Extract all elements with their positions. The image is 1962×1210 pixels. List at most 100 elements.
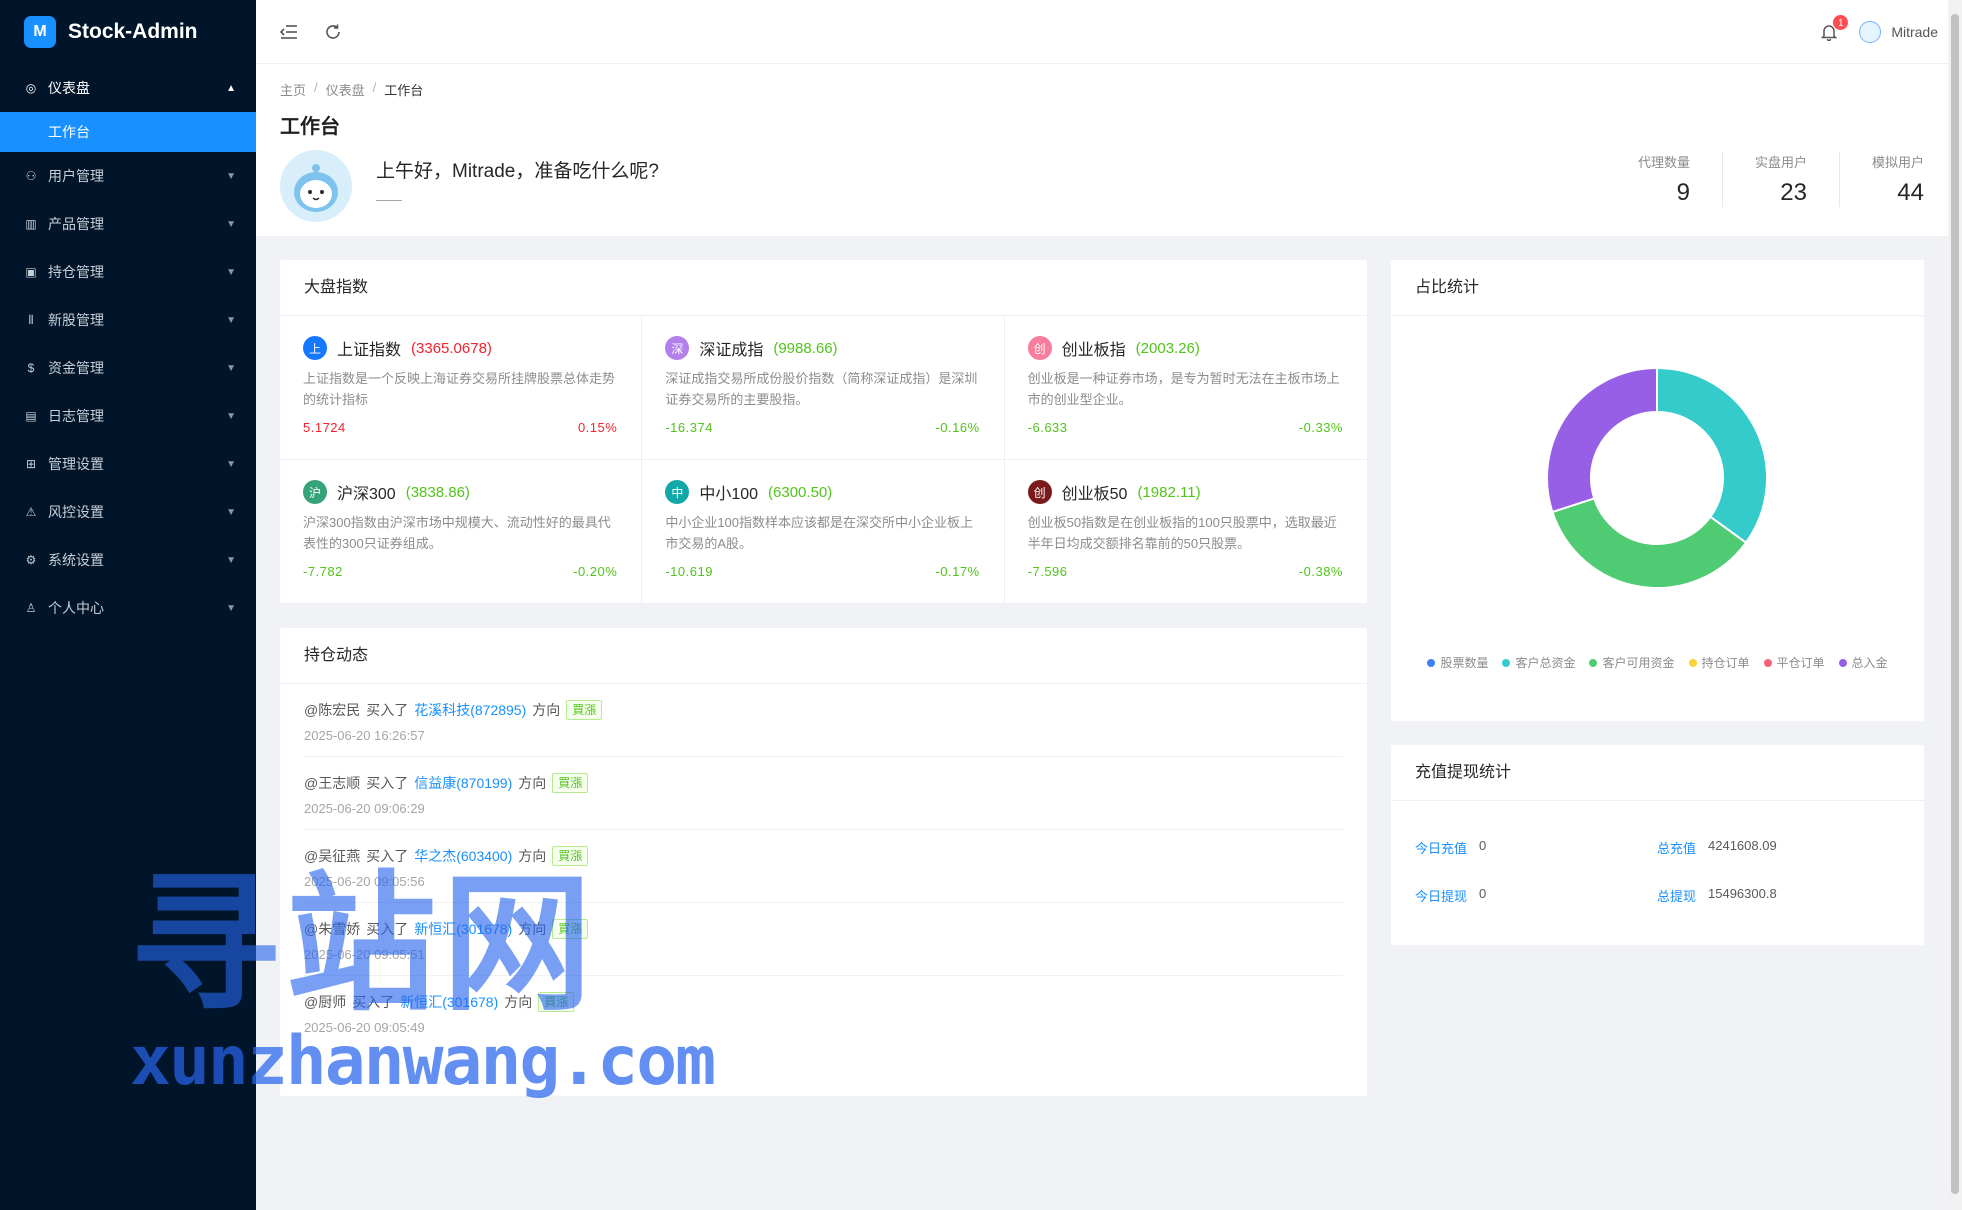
legend-dot-icon	[1688, 658, 1697, 667]
stat-label[interactable]: 总提现	[1657, 886, 1696, 905]
sidebar-item[interactable]: ⚙ 系统设置 ▼	[0, 536, 256, 584]
index-header: 深深证成指 (9988.66)	[665, 336, 979, 360]
stat-value: 9	[1676, 179, 1690, 206]
sidebar-item-label: 个人中心	[48, 600, 104, 616]
index-percent: -0.20%	[573, 564, 618, 579]
sidebar-item[interactable]: ♙ 个人中心 ▼	[0, 584, 256, 632]
sidebar-item[interactable]: ⦀ 新股管理 ▼	[0, 296, 256, 344]
app-title: Stock-Admin	[68, 20, 198, 43]
legend-item[interactable]: 持仓订单	[1688, 654, 1750, 671]
legend-item[interactable]: 总入金	[1838, 654, 1888, 671]
index-value: (2003.26)	[1135, 339, 1200, 357]
logo-icon: M	[24, 16, 56, 48]
position-stock-link[interactable]: 新恒汇(301678)	[400, 992, 498, 1012]
breadcrumb: 主页 / 仪表盘 / 工作台	[280, 80, 423, 99]
sidebar-item[interactable]: ⚠ 风控设置 ▼	[0, 488, 256, 536]
chevron-down-icon: ▼	[226, 266, 236, 278]
legend-item[interactable]: 平仓订单	[1763, 654, 1825, 671]
position-direction-label: 方向	[518, 921, 547, 937]
stat-value: 15496300.8	[1708, 885, 1777, 901]
stat-label[interactable]: 总充值	[1657, 838, 1696, 857]
list-item: @王志顺 买入了 信益康(870199) 方向 買漲 2025-06-20 09:06:2…	[304, 757, 1343, 830]
breadcrumb-home[interactable]: 主页	[280, 80, 306, 99]
money-icon: $	[27, 361, 35, 375]
index-cell[interactable]: 创创业板50 (1982.11) 创业板50指数是在创业板指的100只股票中，选取最…	[1004, 460, 1367, 604]
breadcrumb-dashboard[interactable]: 仪表盘	[326, 80, 365, 99]
new-stock-icon: ⦀	[28, 312, 34, 327]
page-header: 主页 / 仪表盘 / 工作台 工作台 上午好，Mitrade，准备吃什么呢? —…	[256, 64, 1948, 236]
breadcrumb-separator: /	[372, 80, 377, 95]
position-stock-link[interactable]: 华之杰(603400)	[414, 846, 512, 866]
index-badge-icon: 创	[1027, 480, 1052, 504]
index-badge-icon: 中	[665, 480, 690, 504]
index-cell[interactable]: 沪沪深300 (3838.86) 沪深300指数由沪深市场中规模大、流动性好的最具代…	[280, 460, 643, 604]
sidebar-item-label: 持仓管理	[48, 264, 104, 280]
sidebar-item[interactable]: ⚇ 用户管理 ▼	[0, 152, 256, 200]
total-recharge: 总充值 4241608.09	[1657, 838, 1899, 857]
menu-fold-icon[interactable]	[278, 21, 300, 43]
position-line: @吴征燕 买入了 华之杰(603400) 方向 買漲	[304, 846, 1343, 866]
index-badge-icon: 深	[665, 336, 690, 360]
notification-bell-icon[interactable]: 1	[1819, 14, 1850, 42]
username[interactable]: Mitrade	[1891, 24, 1938, 40]
index-name: 上证指数	[337, 342, 402, 359]
log-icon: ▤	[25, 409, 37, 423]
legend-label: 持仓订单	[1701, 656, 1750, 670]
legend-dot-icon	[1838, 658, 1847, 667]
index-badge-icon: 沪	[303, 480, 327, 504]
page-title: 工作台	[280, 116, 340, 138]
index-cell[interactable]: 创创业板指 (2003.26) 创业板是一种证券市场，是专为暂时无法在主板市场上市的…	[1004, 316, 1367, 460]
sidebar-item[interactable]: $ 资金管理 ▼	[0, 344, 256, 392]
index-cell[interactable]: 上上证指数 (3365.0678) 上证指数是一个反映上海证券交易所挂牌股票总体走势…	[280, 316, 643, 460]
market-index-card: 大盘指数 上上证指数 (3365.0678) 上证指数是一个反映上海证券交易所挂牌股…	[280, 260, 1367, 604]
position-time: 2025-06-20 09:05:51	[304, 947, 425, 962]
index-percent: -0.17%	[935, 564, 980, 579]
page-scrollbar[interactable]	[1948, 0, 1962, 1210]
position-stock-link[interactable]: 花溪科技(872895)	[414, 700, 526, 720]
stat-label[interactable]: 今日提现	[1415, 886, 1467, 905]
sidebar-item[interactable]: ▤ 日志管理 ▼	[0, 392, 256, 440]
donut-slice[interactable]	[1546, 366, 1658, 514]
index-value: (3838.86)	[405, 483, 470, 501]
index-badge-icon: 创	[1027, 336, 1052, 360]
scrollbar-thumb[interactable]	[1951, 14, 1959, 1194]
sidebar-item[interactable]: ⊞ 管理设置 ▼	[0, 440, 256, 488]
sidebar-item-label: 产品管理	[48, 216, 104, 232]
direction-tag: 買漲	[552, 773, 589, 793]
donut-slice[interactable]	[1656, 366, 1768, 545]
position-stock-link[interactable]: 信益康(870199)	[414, 773, 512, 793]
index-description: 上证指数是一个反映上海证券交易所挂牌股票总体走势的统计指标	[303, 371, 616, 407]
legend-label: 总入金	[1851, 656, 1888, 670]
position-stock-link[interactable]: 新恒汇(301678)	[414, 919, 512, 939]
legend-item[interactable]: 客户可用资金	[1589, 654, 1675, 671]
gear-icon: ⚙	[25, 553, 37, 567]
legend-item[interactable]: 客户总资金	[1502, 654, 1575, 671]
index-cell[interactable]: 中中小100 (6300.50) 中小企业100指数样本应该都是在深交所中小企业板上…	[642, 460, 1005, 604]
greeting-text: 上午好，Mitrade，准备吃什么呢?	[376, 161, 659, 182]
list-item: @陈宏民 买入了 花溪科技(872895) 方向 買漲 2025-06-20 16:26:…	[304, 684, 1343, 757]
list-item: @吴征燕 买入了 华之杰(603400) 方向 買漲 2025-06-20 09:05:5…	[304, 830, 1343, 903]
position-time: 2025-06-20 09:05:49	[304, 1020, 425, 1035]
top-header: 1 Mitrade	[256, 0, 1948, 64]
sidebar-item-label: 管理设置	[48, 456, 104, 472]
position-time: 2025-06-20 16:26:57	[304, 728, 425, 743]
chevron-down-icon: ▼	[226, 458, 236, 470]
sidebar-item[interactable]: ◎ 仪表盘 ▲	[0, 64, 256, 112]
direction-tag: 買漲	[552, 846, 589, 866]
warning-icon: ⚠	[25, 505, 37, 519]
total-withdraw: 总提现 15496300.8	[1657, 886, 1899, 905]
donut-chart[interactable]	[1391, 316, 1924, 636]
index-cell[interactable]: 深深证成指 (9988.66) 深证成指交易所成份股价指数（简称深证成指）是深圳证券…	[642, 316, 1005, 460]
user-avatar[interactable]	[1859, 21, 1882, 43]
refresh-icon[interactable]	[322, 21, 344, 43]
stat-label[interactable]: 今日充值	[1415, 838, 1467, 857]
app-logo[interactable]: M Stock-Admin	[0, 0, 256, 64]
sidebar-item[interactable]: ▥ 产品管理 ▼	[0, 200, 256, 248]
sidebar-subitem-workbench[interactable]: 工作台	[0, 112, 256, 152]
position-line: @厨师 买入了 新恒汇(301678) 方向 買漲	[304, 992, 1343, 1012]
index-description: 沪深300指数由沪深市场中规模大、流动性好的最具代表性的300只证券组成。	[303, 515, 611, 551]
index-header: 创创业板50 (1982.11)	[1027, 480, 1343, 504]
sidebar-item[interactable]: ▣ 持仓管理 ▼	[0, 248, 256, 296]
position-user: @吴征燕	[304, 848, 361, 864]
legend-item[interactable]: 股票数量	[1427, 654, 1488, 671]
